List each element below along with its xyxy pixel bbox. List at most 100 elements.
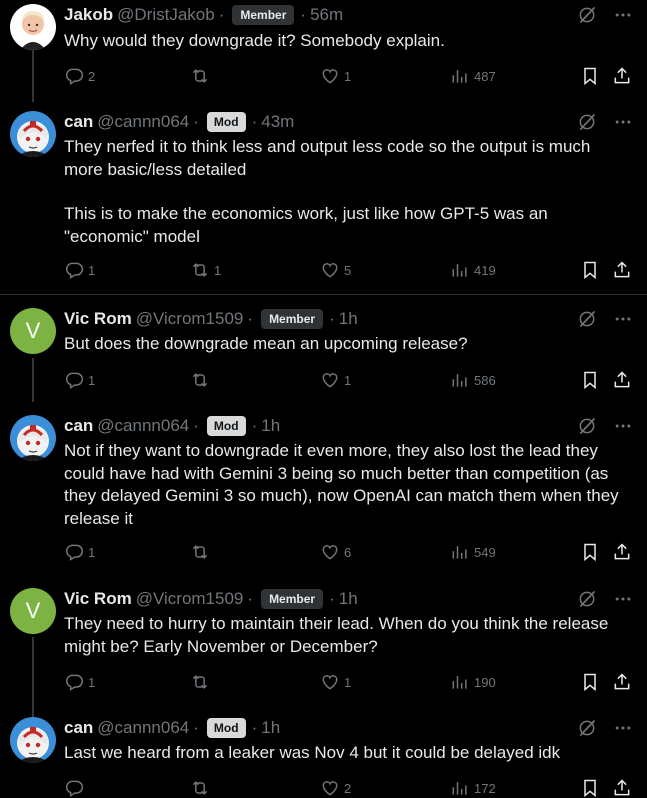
repost-button[interactable] (190, 672, 214, 692)
bookmark-button[interactable] (580, 778, 600, 798)
share-button[interactable] (612, 260, 632, 280)
bookmark-button[interactable] (580, 542, 600, 562)
timestamp[interactable]: 1h (261, 416, 280, 436)
reply-icon (64, 542, 84, 562)
like-icon (320, 778, 340, 798)
author-name[interactable]: can (64, 718, 93, 738)
repost-button[interactable] (190, 542, 214, 562)
timestamp[interactable]: 1h (261, 718, 280, 738)
avatar[interactable] (10, 111, 56, 157)
share-button[interactable] (612, 66, 632, 86)
views-icon (450, 66, 470, 86)
author-name[interactable]: Vic Rom (64, 589, 132, 609)
like-button[interactable]: 5 (320, 260, 351, 280)
views-button[interactable]: 190 (450, 672, 496, 692)
grok-icon[interactable] (577, 112, 597, 132)
separator: · (251, 112, 258, 131)
author-name[interactable]: Vic Rom (64, 309, 132, 329)
author-handle[interactable]: @Vicrom1509 (136, 309, 244, 329)
post[interactable]: V Vic Rom @Vicrom1509 · Member · 1h They… (0, 588, 647, 693)
views-button[interactable]: 586 (450, 370, 496, 390)
repost-button[interactable]: 1 (190, 260, 221, 280)
author-handle[interactable]: @DristJakob (117, 5, 215, 25)
action-bar: 1 6 549 (64, 542, 633, 562)
author-name[interactable]: Jakob (64, 5, 113, 25)
bookmark-icon (580, 370, 600, 390)
post[interactable]: can @cannn064 · Mod · 1h Not if they wan… (0, 415, 647, 565)
views-button[interactable]: 487 (450, 66, 496, 86)
like-button[interactable]: 1 (320, 370, 351, 390)
post[interactable]: V Vic Rom @Vicrom1509 · Member · 1h But … (0, 308, 647, 393)
repost-count: 1 (214, 262, 222, 278)
grok-icon[interactable] (577, 309, 597, 329)
bookmark-button[interactable] (580, 260, 600, 280)
timestamp[interactable]: 56m (310, 5, 343, 25)
author-name[interactable]: can (64, 112, 93, 132)
bookmark-button[interactable] (580, 66, 600, 86)
grok-icon[interactable] (577, 416, 597, 436)
repost-button[interactable] (190, 370, 214, 390)
share-button[interactable] (612, 672, 632, 692)
avatar[interactable] (10, 717, 56, 763)
view-count: 487 (474, 68, 496, 84)
more-icon[interactable] (613, 416, 633, 436)
share-icon (612, 542, 632, 562)
share-button[interactable] (612, 778, 632, 798)
share-button[interactable] (612, 542, 632, 562)
more-icon[interactable] (613, 5, 633, 25)
bookmark-icon (580, 260, 600, 280)
like-button[interactable]: 1 (320, 66, 351, 86)
post[interactable]: Jakob @DristJakob · Member · 56m Why wou… (0, 4, 647, 94)
timestamp[interactable]: 43m (261, 112, 294, 132)
author-name[interactable]: can (64, 416, 93, 436)
views-button[interactable]: 419 (450, 260, 496, 280)
share-button[interactable] (612, 370, 632, 390)
post-paragraph: But does the downgrade mean an upcoming … (64, 334, 468, 353)
more-icon[interactable] (613, 718, 633, 738)
grok-icon[interactable] (577, 5, 597, 25)
more-icon[interactable] (613, 309, 633, 329)
more-icon[interactable] (613, 589, 633, 609)
avatar[interactable]: V (10, 308, 56, 354)
views-button[interactable]: 549 (450, 542, 496, 562)
views-button[interactable]: 172 (450, 778, 496, 798)
like-count: 5 (344, 262, 352, 278)
like-button[interactable]: 1 (320, 672, 351, 692)
reply-button[interactable]: 2 (64, 66, 95, 86)
member-badge: Member (261, 589, 324, 609)
reply-count: 1 (88, 262, 96, 278)
author-handle[interactable]: @cannn064 (97, 416, 189, 436)
grok-icon[interactable] (577, 589, 597, 609)
post[interactable]: can @cannn064 · Mod · 1h Last we heard f… (0, 717, 647, 798)
timestamp[interactable]: 1h (339, 309, 358, 329)
avatar-image (10, 4, 56, 50)
avatar[interactable]: V (10, 588, 56, 634)
repost-button[interactable] (190, 778, 214, 798)
reply-button[interactable]: 1 (64, 260, 95, 280)
avatar[interactable] (10, 4, 56, 50)
bookmark-button[interactable] (580, 672, 600, 692)
timestamp[interactable]: 1h (339, 589, 358, 609)
avatar-image (10, 717, 56, 763)
reply-icon (64, 370, 84, 390)
author-handle[interactable]: @cannn064 (97, 112, 189, 132)
bookmark-button[interactable] (580, 370, 600, 390)
repost-button[interactable] (190, 66, 214, 86)
reply-button[interactable]: 1 (64, 370, 95, 390)
avatar-letter: V (25, 598, 41, 623)
post[interactable]: can @cannn064 · Mod · 43m They nerfed it… (0, 111, 647, 281)
avatar[interactable] (10, 415, 56, 461)
reply-button[interactable]: 1 (64, 672, 95, 692)
like-button[interactable]: 6 (320, 542, 351, 562)
mod-badge: Mod (206, 112, 246, 132)
separator: · (193, 112, 199, 131)
grok-icon[interactable] (577, 718, 597, 738)
author-handle[interactable]: @Vicrom1509 (136, 589, 244, 609)
action-bar: 1 1 190 (64, 672, 633, 692)
retweet-icon (190, 672, 210, 692)
reply-button[interactable]: 1 (64, 542, 95, 562)
reply-button[interactable] (64, 778, 88, 798)
author-handle[interactable]: @cannn064 (97, 718, 189, 738)
more-icon[interactable] (613, 112, 633, 132)
like-button[interactable]: 2 (320, 778, 351, 798)
